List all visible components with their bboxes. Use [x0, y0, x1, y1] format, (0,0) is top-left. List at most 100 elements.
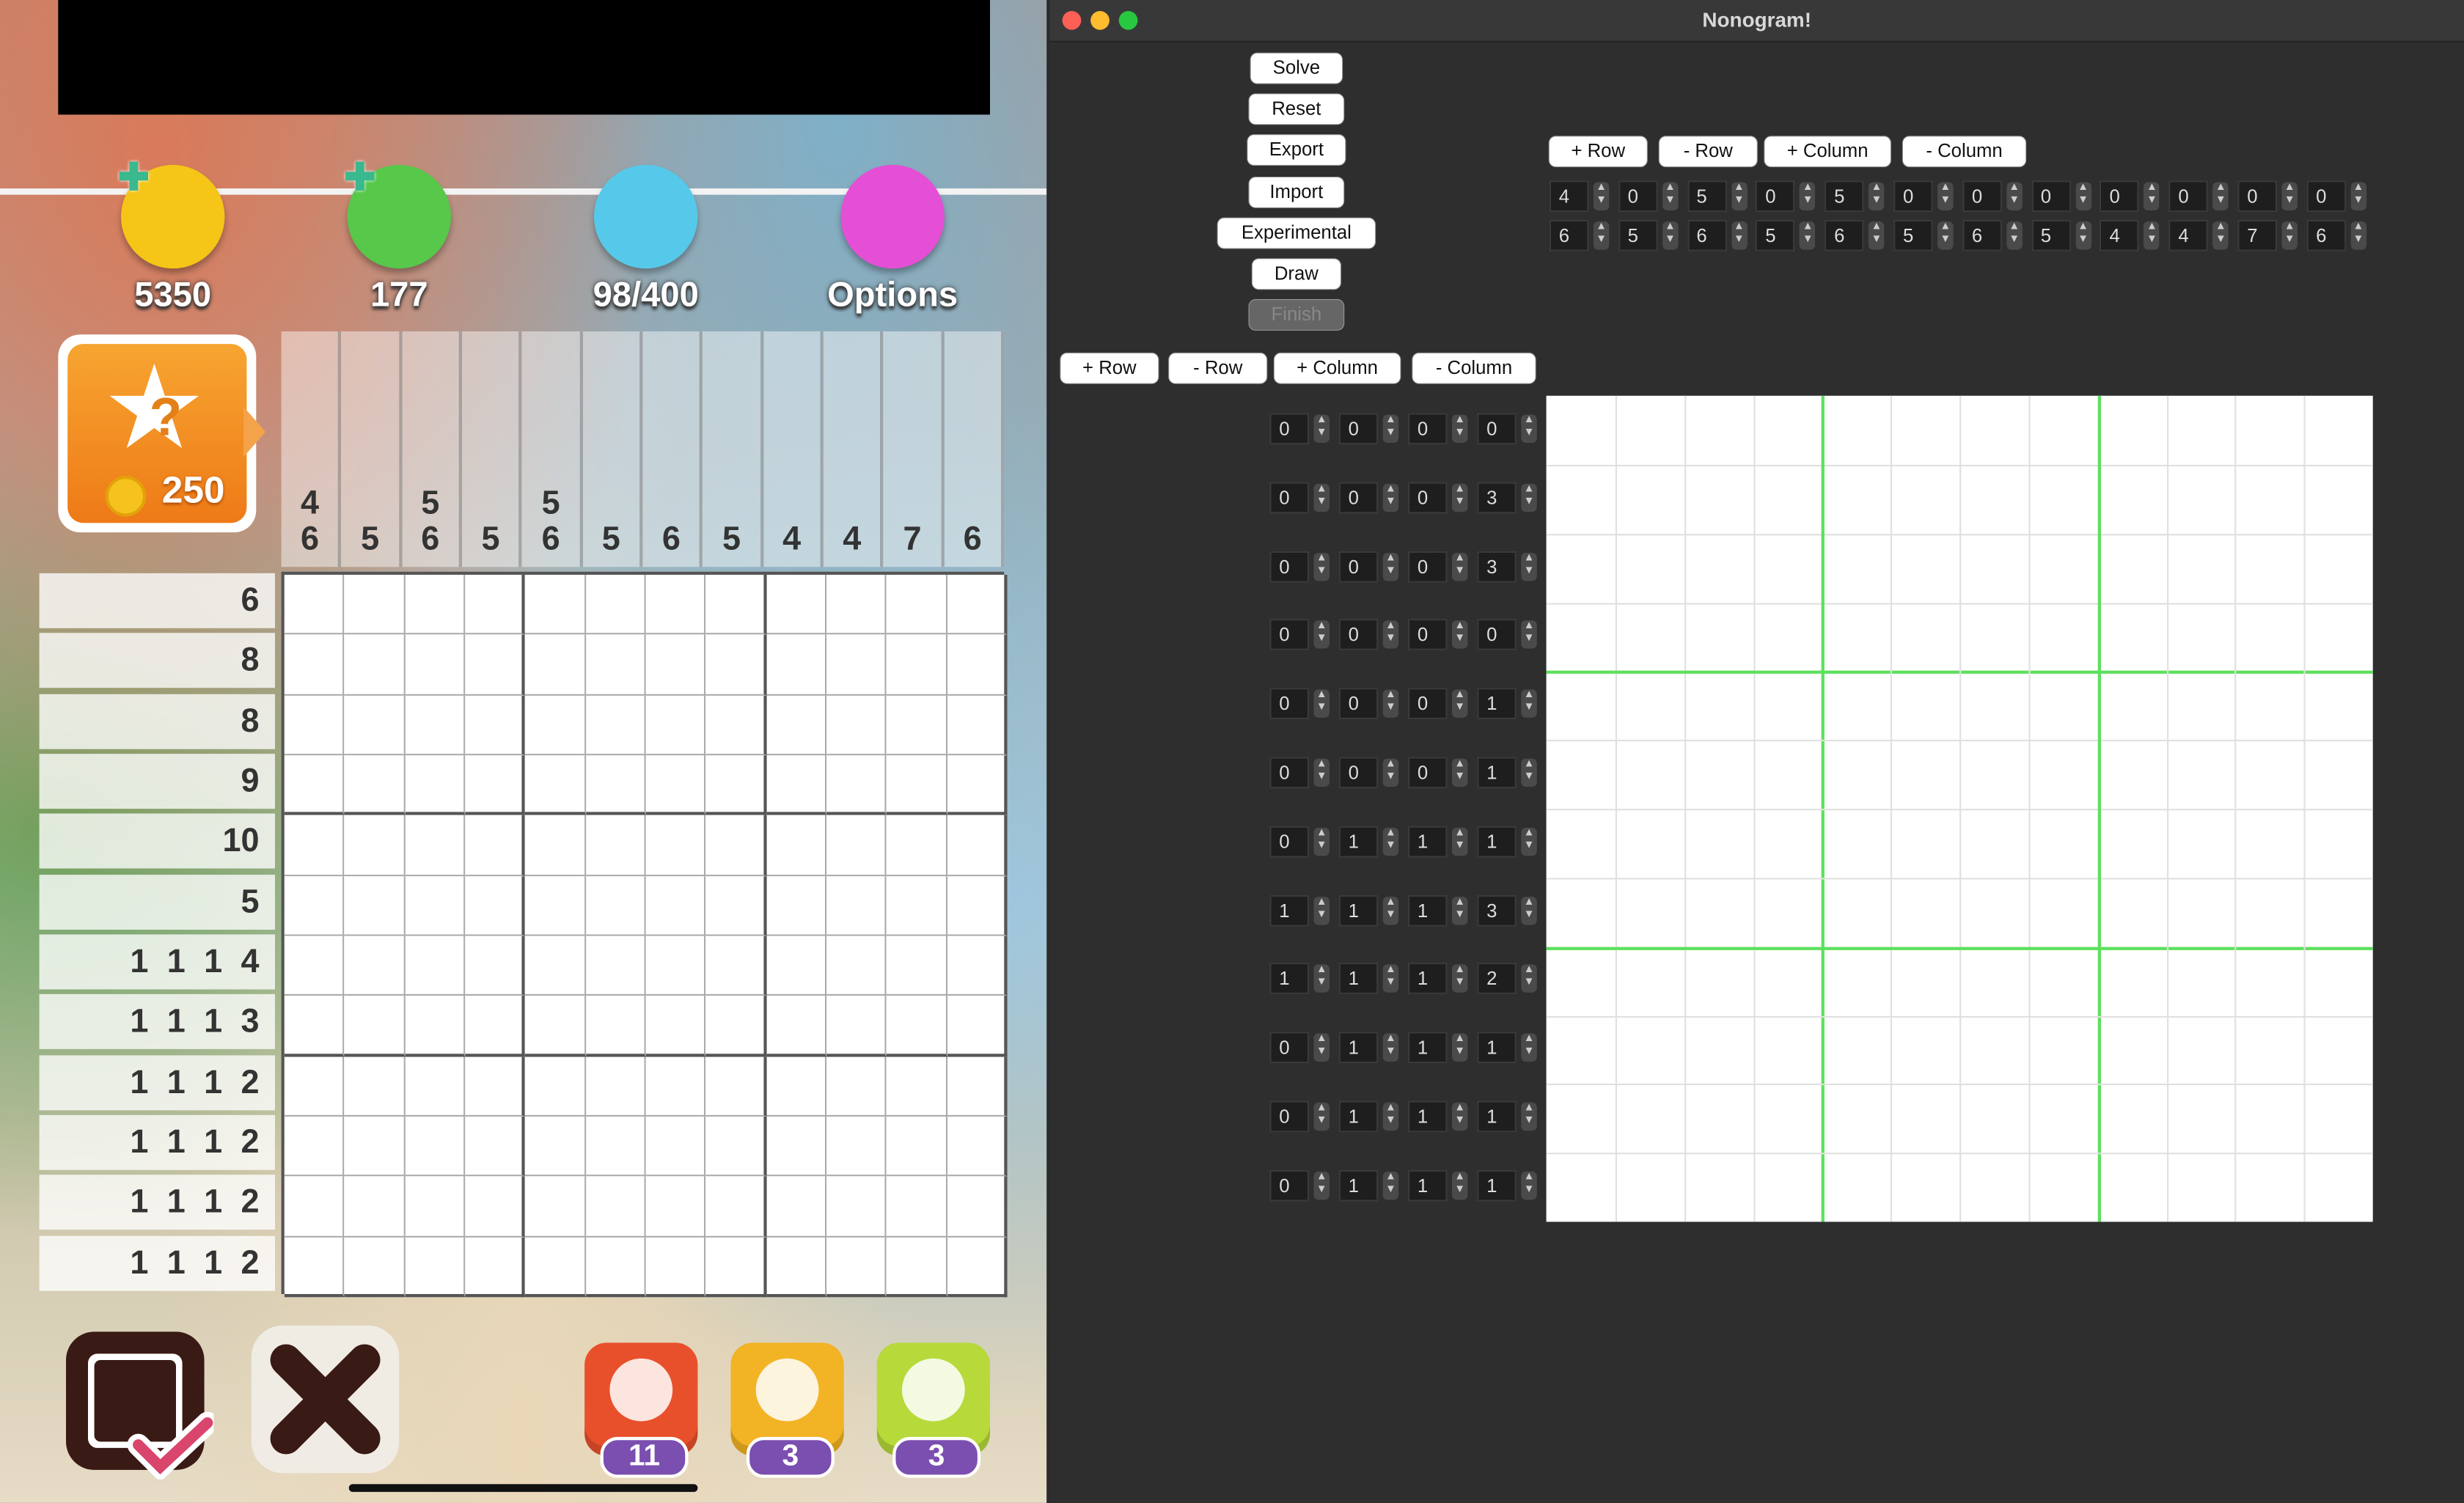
spinner-value[interactable]: 0	[1269, 1169, 1309, 1202]
grid-cell[interactable]	[826, 1116, 887, 1177]
stepper-arrows-icon[interactable]: ▲ ▼	[1382, 758, 1399, 787]
row-clue-spinner[interactable]: 0 ▲ ▼	[1338, 619, 1402, 651]
stepper-arrows-icon[interactable]: ▲ ▼	[2350, 182, 2366, 211]
grid-cell[interactable]	[947, 996, 1008, 1056]
grid-cell[interactable]	[887, 695, 947, 756]
stepper-arrows-icon[interactable]: ▲ ▼	[1313, 483, 1330, 512]
row-control-button[interactable]: + Column	[1274, 353, 1401, 383]
spinner-value[interactable]: 0	[1338, 619, 1379, 651]
spinner-value[interactable]: 1	[1477, 757, 1517, 789]
grid-cell[interactable]	[766, 1116, 827, 1177]
grid-cell[interactable]	[344, 755, 406, 816]
grid-cell[interactable]	[405, 1056, 466, 1117]
spinner-value[interactable]: 0	[1269, 1100, 1309, 1133]
grid-cell[interactable]	[465, 996, 526, 1056]
spinner-value[interactable]: 0	[1408, 619, 1448, 651]
stepper-arrows-icon[interactable]: ▲ ▼	[2144, 182, 2160, 211]
grid-cell[interactable]	[826, 635, 887, 696]
row-clue-spinner[interactable]: 0 ▲ ▼	[1338, 550, 1402, 582]
grid-cell[interactable]	[887, 875, 947, 936]
spinner-value[interactable]: 0	[1962, 180, 2002, 213]
grid-cell[interactable]	[465, 755, 526, 816]
grid-cell[interactable]	[525, 695, 586, 756]
stepper-arrows-icon[interactable]: ▲ ▼	[1937, 221, 1954, 250]
row-clue-spinner[interactable]: 0 ▲ ▼	[1338, 688, 1402, 720]
stepper-arrows-icon[interactable]: ▲ ▼	[1521, 896, 1537, 925]
spinner-value[interactable]: 1	[1408, 894, 1448, 926]
spinner-value[interactable]: 0	[1269, 619, 1309, 651]
row-clue-spinner[interactable]: 2 ▲ ▼	[1477, 963, 1540, 995]
grid-cell[interactable]	[525, 1237, 586, 1298]
grid-cell[interactable]	[405, 695, 466, 756]
stepper-arrows-icon[interactable]: ▲ ▼	[1521, 1171, 1537, 1200]
row-clue-spinner[interactable]: 1 ▲ ▼	[1408, 1100, 1471, 1133]
row-clue-spinner[interactable]: 3 ▲ ▼	[1477, 482, 1540, 513]
column-clue-spinner[interactable]: 4 ▲ ▼	[2100, 219, 2163, 251]
stepper-arrows-icon[interactable]: ▲ ▼	[1451, 414, 1468, 444]
spinner-value[interactable]: 4	[1549, 180, 1589, 213]
stepper-arrows-icon[interactable]: ▲ ▼	[1451, 827, 1468, 856]
grid-cell[interactable]	[826, 574, 887, 636]
stepper-arrows-icon[interactable]: ▲ ▼	[1800, 182, 1816, 211]
spinner-value[interactable]: 5	[1618, 219, 1658, 251]
grid-cell[interactable]	[525, 635, 586, 696]
spinner-value[interactable]: 5	[1893, 219, 1933, 251]
row-clue-spinner[interactable]: 1 ▲ ▼	[1338, 1032, 1402, 1064]
spinner-value[interactable]: 0	[1893, 180, 1933, 213]
spinner-value[interactable]: 0	[2168, 180, 2209, 213]
column-clue-spinner[interactable]: 0 ▲ ▼	[2168, 180, 2232, 213]
grid-cell[interactable]	[645, 996, 706, 1056]
grid-cell[interactable]	[525, 755, 586, 816]
stepper-arrows-icon[interactable]: ▲ ▼	[1731, 221, 1747, 250]
grid-cell[interactable]	[887, 1056, 947, 1117]
grid-cell[interactable]	[465, 1177, 526, 1238]
stepper-arrows-icon[interactable]: ▲ ▼	[1451, 1033, 1468, 1062]
grid-cell[interactable]	[645, 1116, 706, 1177]
stepper-arrows-icon[interactable]: ▲ ▼	[1937, 182, 1954, 211]
column-clue-spinner[interactable]: 0 ▲ ▼	[2306, 180, 2369, 213]
grid-cell[interactable]	[645, 574, 706, 636]
stepper-arrows-icon[interactable]: ▲ ▼	[1382, 1033, 1399, 1062]
draw-button[interactable]: Draw	[1252, 259, 1341, 290]
spinner-value[interactable]: 0	[1269, 482, 1309, 513]
column-clue-spinner[interactable]: 6 ▲ ▼	[1825, 219, 1888, 251]
row-clue-spinner[interactable]: 0 ▲ ▼	[1269, 1169, 1332, 1202]
grid-cell[interactable]	[284, 635, 345, 696]
grid-cell[interactable]	[284, 1116, 345, 1177]
grid-cell[interactable]	[826, 1056, 887, 1117]
grid-cell[interactable]	[465, 1116, 526, 1177]
grid-cell[interactable]	[344, 574, 406, 636]
spinner-value[interactable]: 1	[1338, 1169, 1379, 1202]
row-clue-spinner[interactable]: 0 ▲ ▼	[1338, 482, 1402, 513]
spinner-value[interactable]: 1	[1477, 1032, 1517, 1064]
spinner-value[interactable]: 0	[1338, 688, 1379, 720]
row-clue-spinner[interactable]: 1 ▲ ▼	[1477, 826, 1540, 858]
spinner-value[interactable]: 0	[1338, 550, 1379, 582]
row-clue-spinner[interactable]: 0 ▲ ▼	[1269, 619, 1332, 651]
spinner-value[interactable]: 6	[1687, 219, 1727, 251]
column-clue-spinner[interactable]: 0 ▲ ▼	[2237, 180, 2300, 213]
grid-cell[interactable]	[766, 815, 827, 876]
stepper-arrows-icon[interactable]: ▲ ▼	[1451, 1171, 1468, 1200]
grid-cell[interactable]	[465, 1056, 526, 1117]
stepper-arrows-icon[interactable]: ▲ ▼	[1521, 965, 1537, 993]
stepper-arrows-icon[interactable]: ▲ ▼	[1313, 414, 1330, 444]
stepper-arrows-icon[interactable]: ▲ ▼	[1731, 182, 1747, 211]
grid-cell[interactable]	[585, 755, 646, 816]
column-clue-spinner[interactable]: 5 ▲ ▼	[1756, 219, 1819, 251]
row-clue-spinner[interactable]: 0 ▲ ▼	[1269, 482, 1332, 513]
hud-item-1[interactable]: ✚ 177	[320, 159, 477, 316]
row-clue-spinner[interactable]: 1 ▲ ▼	[1338, 826, 1402, 858]
grid-cell[interactable]	[284, 1177, 345, 1238]
grid-cell[interactable]	[405, 875, 466, 936]
spinner-value[interactable]: 0	[2100, 180, 2140, 213]
spinner-value[interactable]: 1	[1408, 1032, 1448, 1064]
row-clue-spinner[interactable]: 1 ▲ ▼	[1408, 1032, 1471, 1064]
row-clue-spinner[interactable]: 3 ▲ ▼	[1477, 550, 1540, 582]
stepper-arrows-icon[interactable]: ▲ ▼	[1800, 221, 1816, 250]
grid-cell[interactable]	[284, 936, 345, 996]
row-clue-spinner[interactable]: 0 ▲ ▼	[1408, 550, 1471, 582]
grid-cell[interactable]	[705, 996, 766, 1056]
grid-cell[interactable]	[645, 755, 706, 816]
column-clue-spinner[interactable]: 5 ▲ ▼	[1687, 180, 1750, 213]
